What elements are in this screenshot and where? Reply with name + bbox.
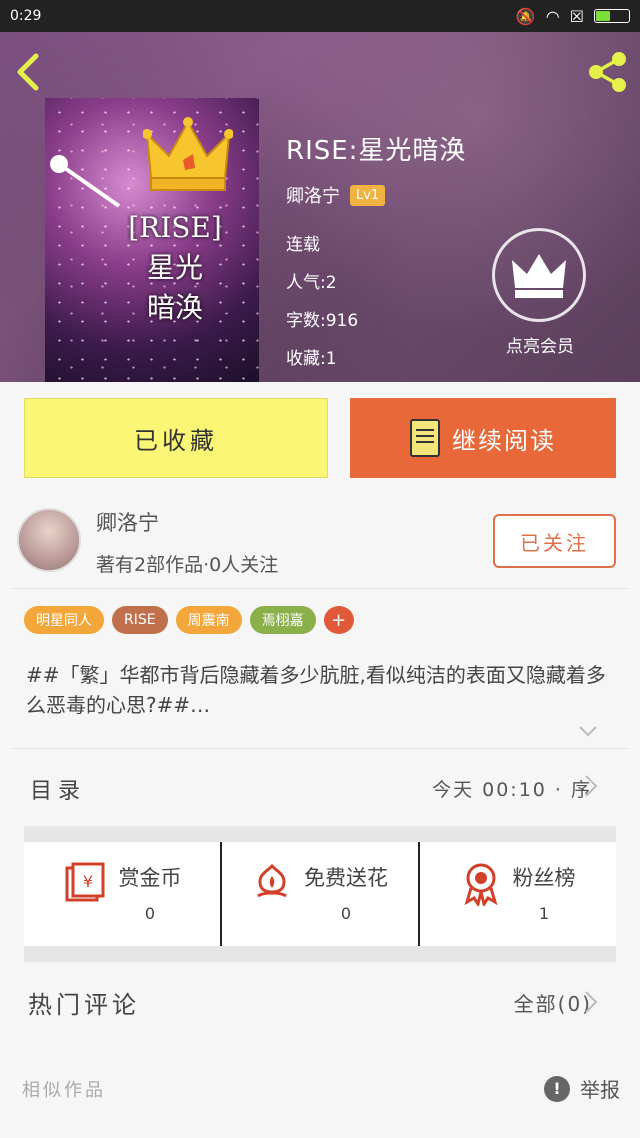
author-stats: 著有2部作品·0人关注: [96, 554, 279, 576]
pin-icon: [50, 155, 121, 208]
section-separator: [24, 946, 616, 962]
follow-button[interactable]: 已关注: [493, 514, 616, 568]
medal-icon: [464, 863, 497, 906]
share-button[interactable]: [586, 50, 630, 94]
tag-list: 明星同人 RISE 周震南 焉栩嘉 +: [24, 606, 354, 634]
stat-value: 1: [538, 904, 550, 923]
tag-item[interactable]: 周震南: [175, 606, 242, 634]
status-time: 0:29: [10, 8, 42, 24]
book-title: RISE:星光暗涣: [286, 136, 467, 166]
send-flower-text: 免费送花 0: [304, 862, 388, 923]
reward-coins-button[interactable]: ¥ 赏金币 0: [24, 842, 220, 946]
book-icon: [410, 419, 440, 457]
divider: [12, 588, 628, 589]
no-sim-icon: ☒: [569, 6, 584, 26]
section-separator: [24, 826, 616, 842]
cover-text-line: 星光: [146, 251, 203, 284]
header-author-name[interactable]: 卿洛宁: [286, 182, 340, 208]
book-header: [RISE] 星光 暗涣 RISE:星光暗涣 卿洛宁 Lv1 连载 人气:2 字…: [0, 32, 640, 382]
chevron-right-icon: [584, 774, 598, 804]
svg-text:¥: ¥: [82, 872, 92, 891]
share-icon: [589, 52, 626, 92]
crown-icon: [512, 254, 566, 298]
book-cover[interactable]: [RISE] 星光 暗涣: [45, 98, 259, 382]
stat-label: 赏金币: [118, 866, 182, 890]
battery-icon: [594, 9, 630, 23]
stat-value: 0: [340, 904, 352, 923]
fan-ranking-button[interactable]: 粉丝榜 1: [418, 842, 616, 946]
stat-label: 粉丝榜: [512, 866, 576, 890]
send-flower-button[interactable]: 免费送花 0: [220, 842, 418, 946]
stat-label: 免费送花: [304, 866, 388, 890]
cover-text: [RISE] 星光 暗涣: [115, 208, 235, 328]
status-bar: 0:29 🔕 ◠ ☒: [0, 0, 640, 32]
reward-stats-row: ¥ 赏金币 0 免费送花 0 粉丝榜 1: [24, 842, 616, 946]
book-popularity: 人气:2: [286, 273, 337, 293]
red-envelope-icon: ¥: [65, 862, 104, 902]
cover-text-line: 暗涣: [146, 291, 203, 324]
book-status: 连载: [286, 235, 320, 255]
vip-button[interactable]: [492, 228, 586, 322]
status-icons: 🔕 ◠ ☒: [516, 7, 630, 26]
reward-coins-text: 赏金币 0: [119, 862, 182, 923]
book-description: ##「繁」华都市背后隐藏着多少肮脏,看似纯洁的表面又隐藏着多么恶毒的心思?##…: [26, 663, 606, 717]
fan-ranking-text: 粉丝榜 1: [513, 862, 576, 923]
report-button[interactable]: ! 举报: [544, 1074, 620, 1103]
level-badge: Lv1: [350, 184, 386, 206]
add-tag-button[interactable]: +: [323, 606, 354, 634]
expand-icon[interactable]: [578, 722, 598, 741]
collected-button[interactable]: 已收藏: [24, 398, 328, 478]
chevron-right-icon: [584, 990, 598, 1020]
tag-item[interactable]: RISE: [112, 606, 168, 634]
cover-text-line: [RISE]: [128, 211, 222, 244]
vip-label[interactable]: 点亮会员: [492, 332, 588, 357]
report-label: 举报: [580, 1078, 620, 1102]
continue-reading-button[interactable]: 继续阅读: [350, 398, 616, 478]
toc-label[interactable]: 目录: [30, 773, 86, 805]
book-collections: 收藏:1: [286, 349, 337, 369]
all-comments-link[interactable]: 全部(0): [514, 988, 592, 1017]
toc-latest-chapter[interactable]: 今天 00:10 · 序: [432, 775, 592, 802]
similar-works-label: 相似作品: [22, 1080, 106, 1101]
hot-comments-title: 热门评论: [28, 991, 140, 1019]
back-arrow-icon: [17, 53, 39, 91]
book-word-count: 字数:916: [286, 311, 359, 331]
divider: [12, 748, 628, 749]
warning-icon: !: [544, 1075, 570, 1102]
flower-icon: [257, 863, 287, 898]
continue-reading-label: 继续阅读: [452, 426, 556, 455]
tag-item[interactable]: 焉栩嘉: [249, 606, 316, 634]
wifi-icon: ◠: [545, 6, 560, 26]
mute-icon: 🔕: [515, 6, 536, 26]
stat-value: 0: [144, 904, 156, 923]
back-button[interactable]: [14, 52, 50, 91]
tag-item[interactable]: 明星同人: [24, 606, 104, 634]
author-name[interactable]: 卿洛宁: [96, 507, 159, 537]
crown-icon: [143, 117, 233, 191]
author-avatar[interactable]: [17, 508, 81, 572]
header-author-row[interactable]: 卿洛宁 Lv1: [286, 182, 386, 208]
